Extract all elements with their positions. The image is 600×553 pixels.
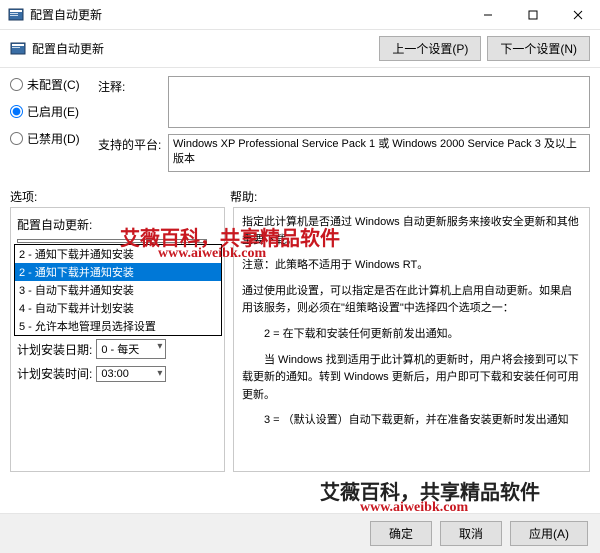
radio-not-configured[interactable] bbox=[10, 78, 23, 91]
radio-disabled[interactable] bbox=[10, 132, 23, 145]
help-text: 注意：此策略不适用于 Windows RT。 bbox=[242, 257, 581, 275]
window-title: 配置自动更新 bbox=[30, 6, 465, 23]
policy-icon bbox=[8, 7, 24, 23]
platform-text: Windows XP Professional Service Pack 1 或… bbox=[168, 134, 590, 172]
options-panel: 配置自动更新: 计划安装日期: 0 - 每天 计划安装时间: 03:00 2 -… bbox=[10, 207, 225, 472]
dropdown-item[interactable]: 2 - 通知下载并通知安装 bbox=[15, 263, 221, 281]
help-text: 通过使用此设置，可以指定是否在此计算机上启用自动更新。如果启用该服务，则必须在"… bbox=[242, 283, 581, 318]
schedule-day-label: 计划安装日期: bbox=[17, 341, 92, 358]
comment-input[interactable] bbox=[168, 76, 590, 128]
help-text: 2 = 在下载和安装任何更新前发出通知。 bbox=[242, 326, 581, 344]
help-text: 3 = （默认设置）自动下载更新，并在准备安装更新时发出通知 bbox=[242, 412, 581, 430]
configure-dropdown-list[interactable]: 2 - 通知下载并通知安装2 - 通知下载并通知安装3 - 自动下载并通知安装4… bbox=[14, 244, 222, 336]
cancel-button[interactable]: 取消 bbox=[440, 521, 502, 546]
minimize-button[interactable] bbox=[465, 0, 510, 30]
radio-enabled[interactable] bbox=[10, 105, 23, 118]
platform-label: 支持的平台: bbox=[98, 134, 168, 172]
subheader: 配置自动更新 上一个设置(P) 下一个设置(N) bbox=[0, 30, 600, 68]
options-label: 选项: bbox=[10, 188, 230, 205]
policy-icon bbox=[10, 41, 26, 57]
state-radios: 未配置(C) 已启用(E) 已禁用(D) bbox=[10, 76, 90, 178]
titlebar: 配置自动更新 bbox=[0, 0, 600, 30]
next-setting-button[interactable]: 下一个设置(N) bbox=[487, 36, 590, 61]
configure-label: 配置自动更新: bbox=[17, 216, 92, 233]
help-panel: 指定此计算机是否通过 Windows 自动更新服务来接收安全更新和其他重要下载。… bbox=[233, 207, 590, 472]
apply-button[interactable]: 应用(A) bbox=[510, 521, 588, 546]
dropdown-item[interactable]: 5 - 允许本地管理员选择设置 bbox=[15, 317, 221, 335]
close-button[interactable] bbox=[555, 0, 600, 30]
comment-label: 注释: bbox=[98, 76, 168, 128]
watermark-text: 艾薇百科，共享精品软件 bbox=[320, 476, 540, 505]
schedule-time-combo[interactable]: 03:00 bbox=[96, 366, 166, 382]
dropdown-item[interactable]: 4 - 自动下载并计划安装 bbox=[15, 299, 221, 317]
prev-setting-button[interactable]: 上一个设置(P) bbox=[379, 36, 481, 61]
maximize-button[interactable] bbox=[510, 0, 555, 30]
help-text: 指定此计算机是否通过 Windows 自动更新服务来接收安全更新和其他重要下载。 bbox=[242, 214, 581, 249]
policy-name: 配置自动更新 bbox=[32, 40, 373, 57]
configure-combo[interactable] bbox=[17, 239, 207, 243]
ok-button[interactable]: 确定 bbox=[370, 521, 432, 546]
help-text: 当 Windows 找到适用于此计算机的更新时，用户将会接到可以下载更新的通知。… bbox=[242, 352, 581, 405]
footer: 确定 取消 应用(A) bbox=[0, 513, 600, 553]
help-label: 帮助: bbox=[230, 188, 257, 205]
schedule-day-combo[interactable]: 0 - 每天 bbox=[96, 339, 166, 359]
dropdown-item[interactable]: 2 - 通知下载并通知安装 bbox=[15, 245, 221, 263]
schedule-time-label: 计划安装时间: bbox=[17, 365, 92, 382]
dropdown-item[interactable]: 3 - 自动下载并通知安装 bbox=[15, 281, 221, 299]
